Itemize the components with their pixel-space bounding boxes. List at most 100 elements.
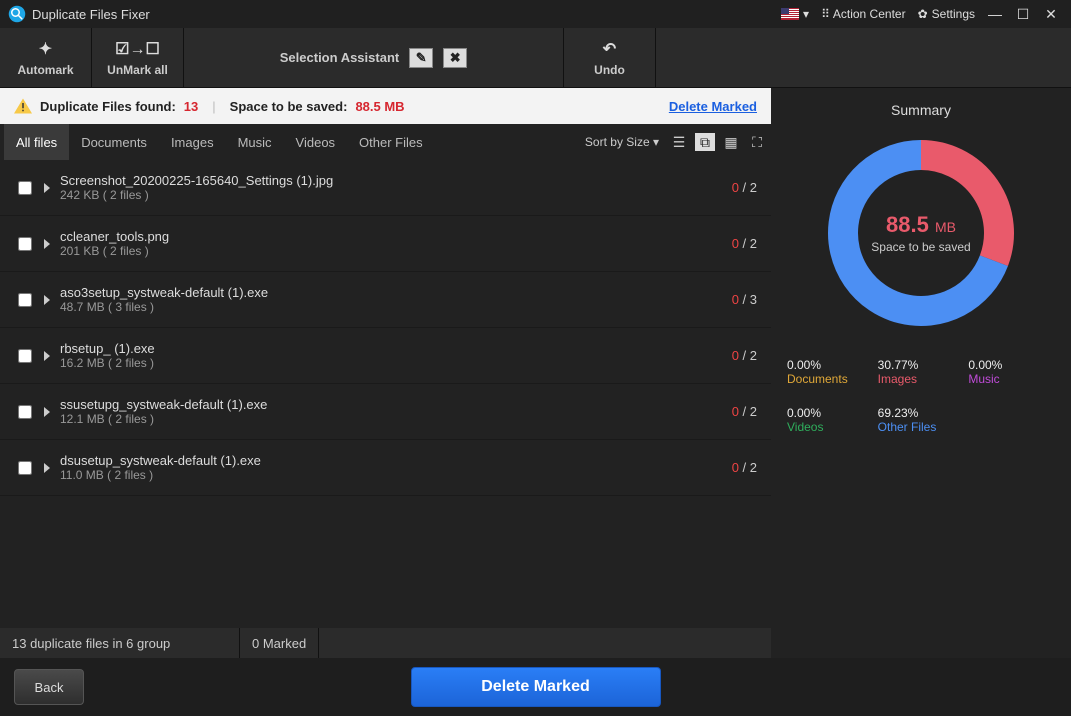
row-checkbox[interactable] (18, 461, 32, 475)
legend-label: Music (968, 372, 1055, 386)
row-checkbox[interactable] (18, 237, 32, 251)
donut-label: Space to be saved (871, 240, 970, 254)
selection-count: 0 / 2 (732, 180, 757, 195)
grid-icon: ⠿ (821, 7, 829, 21)
toolbar: ✦ Automark ☑→☐ UnMark all Selection Assi… (0, 28, 1071, 88)
legend-pct: 0.00% (787, 406, 874, 420)
selection-assistant-btn-2[interactable]: ✖ (443, 48, 467, 68)
automark-button[interactable]: ✦ Automark (0, 28, 92, 87)
selection-assistant-btn-1[interactable]: ✎ (409, 48, 433, 68)
file-meta: 16.2 MB ( 2 files ) (60, 356, 732, 370)
settings-label: Settings (932, 7, 975, 21)
minimize-button[interactable]: — (981, 6, 1009, 22)
file-name: Screenshot_20200225-165640_Settings (1).… (60, 173, 732, 188)
donut-unit: MB (935, 219, 956, 235)
language-flag[interactable]: ▾ (781, 7, 809, 21)
undo-button[interactable]: ↶ Undo (564, 28, 656, 87)
flag-us-icon (781, 8, 799, 20)
group-row[interactable]: rbsetup_ (1).exe16.2 MB ( 2 files )0 / 2 (0, 328, 771, 384)
selection-count: 0 / 2 (732, 460, 757, 475)
expand-icon[interactable] (44, 407, 50, 417)
legend-item: 69.23%Other Files (878, 406, 965, 434)
summary-panel: Summary 88.5 MB Space to be saved 0.00%D… (771, 88, 1071, 658)
sort-label: Sort by Size (585, 135, 650, 149)
delete-marked-link[interactable]: Delete Marked (669, 99, 757, 114)
file-info: aso3setup_systweak-default (1).exe48.7 M… (60, 285, 732, 314)
group-row[interactable]: ssusetupg_systweak-default (1).exe12.1 M… (0, 384, 771, 440)
chevron-down-icon: ▾ (653, 135, 659, 149)
view-detail-icon[interactable]: ⧉ (695, 133, 715, 151)
automark-label: Automark (17, 63, 73, 77)
status-marked: 0 Marked (240, 628, 319, 658)
legend-label: Other Files (878, 420, 965, 434)
expand-icon[interactable] (44, 295, 50, 305)
action-center-button[interactable]: ⠿ Action Center (821, 7, 906, 21)
legend-item: 30.77%Images (878, 358, 965, 386)
tab-images[interactable]: Images (159, 124, 226, 160)
tab-documents[interactable]: Documents (69, 124, 159, 160)
unmark-all-label: UnMark all (107, 63, 168, 77)
file-meta: 48.7 MB ( 3 files ) (60, 300, 732, 314)
tab-other-files[interactable]: Other Files (347, 124, 435, 160)
maximize-button[interactable]: ☐ (1009, 6, 1037, 23)
group-row[interactable]: ccleaner_tools.png201 KB ( 2 files )0 / … (0, 216, 771, 272)
status-summary: 13 duplicate files in 6 group (0, 628, 240, 658)
selection-count: 0 / 2 (732, 236, 757, 251)
results-list[interactable]: Screenshot_20200225-165640_Settings (1).… (0, 160, 771, 628)
selection-count: 0 / 2 (732, 348, 757, 363)
close-button[interactable]: ✕ (1037, 6, 1065, 23)
legend-pct: 69.23% (878, 406, 965, 420)
donut-value: 88.5 (886, 212, 929, 237)
expand-icon[interactable] (44, 351, 50, 361)
row-checkbox[interactable] (18, 181, 32, 195)
unmark-icon: ☑→☐ (115, 39, 160, 59)
expand-icon[interactable] (44, 239, 50, 249)
tab-all-files[interactable]: All files (4, 124, 69, 160)
file-info: dsusetup_systweak-default (1).exe11.0 MB… (60, 453, 732, 482)
selection-assistant: Selection Assistant ✎ ✖ (184, 28, 564, 87)
donut-center: 88.5 MB Space to be saved (826, 138, 1016, 328)
app-title: Duplicate Files Fixer (32, 7, 150, 22)
summary-legend: 0.00%Documents30.77%Images0.00%Music0.00… (787, 358, 1055, 434)
row-checkbox[interactable] (18, 349, 32, 363)
expand-icon[interactable] (44, 183, 50, 193)
undo-icon: ↶ (603, 39, 616, 59)
space-label: Space to be saved: (230, 99, 348, 114)
tab-music[interactable]: Music (226, 124, 284, 160)
file-meta: 201 KB ( 2 files ) (60, 244, 732, 258)
file-info: Screenshot_20200225-165640_Settings (1).… (60, 173, 732, 202)
titlebar: Duplicate Files Fixer ▾ ⠿ Action Center … (0, 0, 1071, 28)
summary-donut-chart: 88.5 MB Space to be saved (826, 138, 1016, 328)
view-grid-icon[interactable]: ▦ (721, 133, 741, 151)
file-info: rbsetup_ (1).exe16.2 MB ( 2 files ) (60, 341, 732, 370)
group-row[interactable]: dsusetup_systweak-default (1).exe11.0 MB… (0, 440, 771, 496)
selection-count: 0 / 3 (732, 292, 757, 307)
expand-icon[interactable] (44, 463, 50, 473)
file-name: aso3setup_systweak-default (1).exe (60, 285, 732, 300)
wand-icon: ✦ (39, 39, 52, 59)
group-row[interactable]: aso3setup_systweak-default (1).exe48.7 M… (0, 272, 771, 328)
group-row[interactable]: Screenshot_20200225-165640_Settings (1).… (0, 160, 771, 216)
left-panel: Duplicate Files found: 13 | Space to be … (0, 88, 771, 658)
action-center-label: Action Center (833, 7, 906, 21)
row-checkbox[interactable] (18, 293, 32, 307)
gear-icon: ✿ (918, 7, 928, 21)
filter-tabs: All filesDocumentsImagesMusicVideosOther… (0, 124, 771, 160)
delete-marked-button[interactable]: Delete Marked (411, 667, 661, 707)
tab-videos[interactable]: Videos (284, 124, 348, 160)
app-logo-icon (8, 5, 26, 23)
file-meta: 11.0 MB ( 2 files ) (60, 468, 732, 482)
file-name: rbsetup_ (1).exe (60, 341, 732, 356)
legend-pct: 0.00% (968, 358, 1055, 372)
settings-button[interactable]: ✿ Settings (918, 7, 975, 21)
found-label: Duplicate Files found: (40, 99, 176, 114)
back-button[interactable]: Back (14, 669, 84, 705)
fullscreen-icon[interactable]: ⛶ (747, 133, 767, 151)
view-list-icon[interactable]: ☰ (669, 133, 689, 151)
row-checkbox[interactable] (18, 405, 32, 419)
sort-dropdown[interactable]: Sort by Size ▾ (585, 135, 659, 149)
selection-assistant-label: Selection Assistant (280, 50, 399, 65)
unmark-all-button[interactable]: ☑→☐ UnMark all (92, 28, 184, 87)
file-name: dsusetup_systweak-default (1).exe (60, 453, 732, 468)
summary-title: Summary (891, 102, 951, 118)
